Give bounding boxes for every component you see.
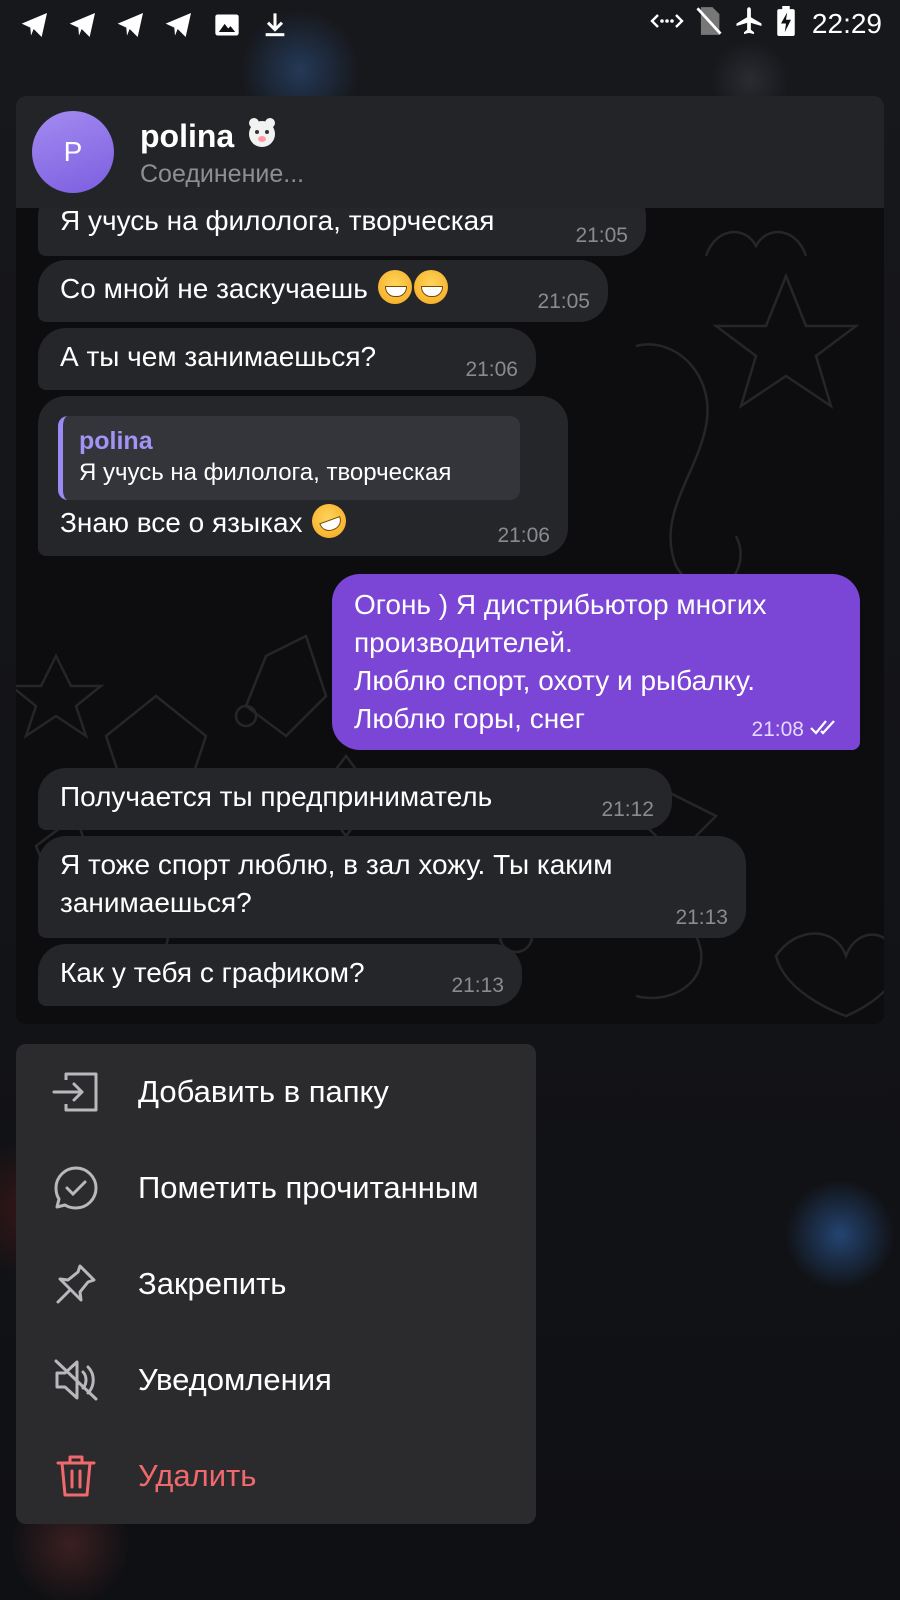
trash-icon — [52, 1452, 100, 1500]
chat-title: polina — [140, 114, 280, 158]
telegram-icon — [66, 8, 100, 42]
mute-icon — [52, 1356, 100, 1404]
message-line: производителей. — [354, 627, 573, 658]
grinning-face-emoji — [413, 270, 448, 304]
chat-header[interactable]: P polina Соединение... — [16, 96, 884, 208]
connection-status: Соединение... — [140, 160, 305, 188]
menu-item-add-to-folder[interactable]: Добавить в папку — [16, 1044, 536, 1140]
message-time: 21:13 — [451, 974, 504, 997]
message-bubble[interactable]: Я тоже спорт люблю, в зал хожу. Ты каким… — [38, 836, 746, 938]
menu-label: Удалить — [138, 1458, 257, 1493]
sticker-emoji-icon — [244, 114, 280, 158]
message-time: 21:05 — [575, 224, 628, 247]
data-saver-icon — [650, 7, 684, 40]
no-sim-icon — [696, 6, 722, 41]
chat-preview[interactable]: P polina Соединение... Я учусь на филоло… — [16, 96, 884, 1024]
message-time: 21:12 — [601, 798, 654, 821]
message-text: Как у тебя с графиком? — [60, 957, 365, 988]
message-text: А ты чем занимаешься? — [60, 341, 377, 372]
menu-item-mark-read[interactable]: Пометить прочитанным — [16, 1140, 536, 1236]
avatar[interactable]: P — [32, 111, 114, 193]
telegram-icon — [162, 8, 196, 42]
message-bubble[interactable]: Как у тебя с графиком? 21:13 — [38, 944, 522, 1006]
airplane-icon — [734, 6, 764, 41]
reply-text: Я учусь на филолога, творческая — [79, 459, 452, 486]
message-time: 21:08 — [751, 718, 804, 741]
pin-icon — [52, 1260, 100, 1308]
download-icon — [258, 8, 292, 42]
reply-quote[interactable]: polina Я учусь на филолога, творческая — [58, 416, 520, 500]
message-text: Со мной не заскучаешь — [60, 273, 368, 304]
message-text: Знаю все о языках — [60, 507, 303, 538]
rofl-emoji — [307, 499, 352, 543]
reply-author: polina — [79, 427, 153, 455]
telegram-icon — [114, 8, 148, 42]
message-time: 21:06 — [465, 358, 518, 381]
message-bubble-outgoing[interactable]: Огонь ) Я дистрибьютор многих производит… — [332, 574, 860, 750]
message-time: 21:13 — [675, 906, 728, 929]
menu-label: Уведомления — [138, 1362, 332, 1397]
message-line: Я тоже спорт люблю, в зал хожу. Ты каким — [60, 849, 613, 880]
message-time: 21:05 — [537, 290, 590, 313]
menu-item-delete[interactable]: Удалить — [16, 1428, 536, 1524]
menu-label: Закрепить — [138, 1266, 287, 1301]
menu-item-notifications[interactable]: Уведомления — [16, 1332, 536, 1428]
telegram-icon — [18, 8, 52, 42]
battery-charging-icon — [776, 6, 796, 41]
grinning-face-emoji — [377, 270, 412, 304]
message-text: Я учусь на филолога, творческая — [60, 205, 495, 236]
menu-item-pin[interactable]: Закрепить — [16, 1236, 536, 1332]
mark-read-icon — [52, 1164, 100, 1212]
contact-name: polina — [140, 117, 235, 154]
context-menu: Добавить в папку Пометить прочитанным За… — [16, 1044, 536, 1524]
message-bubble[interactable]: polina Я учусь на филолога, творческая З… — [38, 396, 568, 556]
image-icon — [210, 8, 244, 42]
double-check-icon — [810, 718, 842, 742]
status-time: 22:29 — [811, 7, 882, 39]
status-bar: 22:29 — [0, 0, 900, 50]
menu-label: Добавить в папку — [138, 1074, 389, 1109]
menu-label: Пометить прочитанным — [138, 1170, 479, 1205]
add-to-folder-icon — [52, 1068, 100, 1116]
message-line: Огонь ) Я дистрибьютор многих — [354, 589, 767, 620]
message-text: Получается ты предприниматель — [60, 781, 493, 812]
message-line: занимаешься? — [60, 887, 252, 918]
message-bubble[interactable]: Получается ты предприниматель 21:12 — [38, 768, 672, 830]
message-time: 21:06 — [497, 524, 550, 547]
message-bubble[interactable]: А ты чем занимаешься? 21:06 — [38, 328, 536, 390]
message-bubble[interactable]: Со мной не заскучаешь 21:05 — [38, 260, 608, 322]
message-time-status: 21:08 — [751, 718, 842, 742]
message-line: Люблю спорт, охоту и рыбалку. — [354, 665, 756, 696]
